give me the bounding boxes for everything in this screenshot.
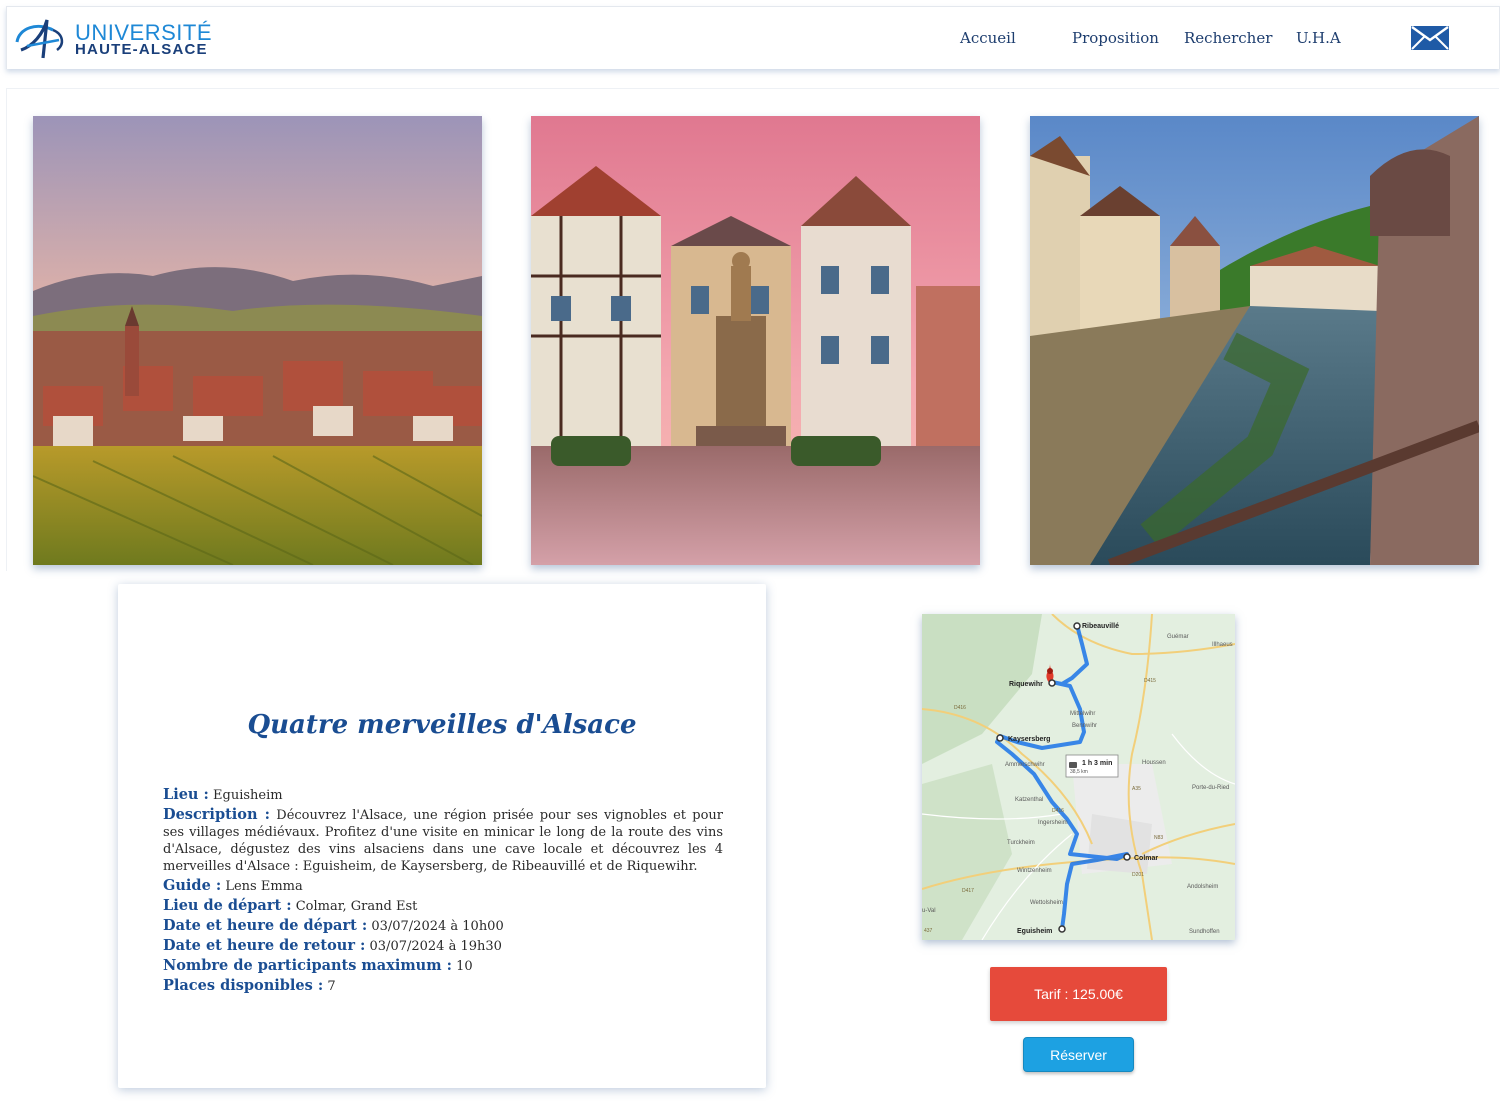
road-label-n83: N83 [1154,835,1163,841]
places-label: Places disponibles : [163,977,324,994]
depart-date-label: Date et heure de départ : [163,917,368,934]
road-label-d416: D416 [954,705,966,711]
map-label-colmar: Colmar [1134,855,1158,862]
detail-depart-lieu: Lieu de départ : Colmar, Grand Est [163,897,723,915]
detail-places-disponibles: Places disponibles : 7 [163,977,723,995]
map-label-wettolsheim: Wettolsheim [1030,900,1063,906]
route-duration: 1 h 3 min [1082,760,1112,767]
nav-proposition[interactable]: Proposition [1072,29,1159,47]
map-label-illhaeusern: Illhaeus [1212,642,1233,648]
photo-village-square [531,116,980,565]
detail-max-participants: Nombre de participants maximum : 10 [163,957,723,975]
road-label-d437: 437 [924,928,933,934]
road-label-a35: A35 [1132,786,1141,792]
road-label-d417: D417 [962,888,974,894]
envelope-icon[interactable] [1411,26,1449,50]
map-label-turckheim: Turckheim [1007,840,1035,846]
tour-info-card: Quatre merveilles d'Alsace Lieu : Eguish… [118,584,766,1088]
photo-river-village [1030,116,1479,565]
map-label-ingersheim: Ingersheim [1038,820,1068,826]
map-label-portedurhin: Porte-du-Ried [1192,785,1229,791]
guide-label: Guide : [163,877,222,894]
depart-lieu-label: Lieu de départ : [163,897,292,914]
road-label-d201: D201 [1132,872,1144,878]
logo-mark-icon [15,19,64,59]
retour-date-label: Date et heure de retour : [163,937,366,954]
depart-date-value: 03/07/2024 à 10h00 [371,919,504,934]
lieu-value: Eguisheim [213,788,283,803]
map-label-kaysersberg: Kaysersberg [1008,736,1050,743]
depart-lieu-value: Colmar, Grand Est [295,899,418,914]
map-label-guemar: Guémar [1167,634,1189,640]
site-header: UNIVERSITÉ HAUTE-ALSACE Accueil Proposit… [6,6,1500,69]
nav-uha[interactable]: U.H.A [1296,29,1341,47]
places-value: 7 [327,979,336,994]
logo-text-haute-alsace: HAUTE-ALSACE [75,41,208,58]
lieu-label: Lieu : [163,786,209,803]
price-badge: Tarif : 125.00€ [990,967,1167,1021]
reserve-button[interactable]: Réserver [1023,1037,1134,1072]
tour-details: Lieu : Eguisheim Description : Découvrez… [163,786,723,997]
university-logo[interactable]: UNIVERSITÉ HAUTE-ALSACE [13,16,223,62]
max-participants-label: Nombre de participants maximum : [163,957,452,974]
retour-date-value: 03/07/2024 à 19h30 [369,939,502,954]
map-label-sundhoffen: Sundhoffen [1189,929,1220,935]
map-label-katzenthal: Katzenthal [1015,797,1043,803]
road-label-d415: D415 [1144,678,1156,684]
detail-retour-date: Date et heure de retour : 03/07/2024 à 1… [163,937,723,955]
detail-description: Description : Découvrez l'Alsace, une ré… [163,806,723,875]
map-label-bennwihr: Bennwihr [1072,723,1097,729]
detail-lieu: Lieu : Eguisheim [163,786,723,804]
route-map[interactable]: Guémar Illhaeus Mittelwihr Bennwihr Amme… [922,614,1235,940]
map-label-ribeauville: Ribeauvillé [1082,623,1119,630]
road-label-d416b: D416 [1052,808,1064,814]
map-label-riquewihr: Riquewihr [1009,681,1043,688]
map-label-suval: u-Val [922,908,936,914]
map-label-mittelwihr: Mittelwihr [1070,711,1095,717]
nav-accueil[interactable]: Accueil [960,29,1016,47]
photo-vineyard-village [33,116,482,565]
max-participants-value: 10 [456,959,473,974]
map-label-houssen: Houssen [1142,760,1166,766]
map-label-ammerschwihr: Ammerschwihr [1005,762,1045,768]
map-label-eguisheim: Eguisheim [1017,928,1052,935]
map-label-andolsheim: Andolsheim [1187,884,1218,890]
route-duration-box: 1 h 3 min 38,5 km [1065,754,1119,778]
guide-value: Lens Emma [225,879,303,894]
route-distance: 38,5 km [1070,769,1088,775]
detail-guide: Guide : Lens Emma [163,877,723,895]
detail-depart-date: Date et heure de départ : 03/07/2024 à 1… [163,917,723,935]
tour-title: Quatre merveilles d'Alsace [247,710,637,740]
description-label: Description : [163,806,271,823]
nav-rechercher[interactable]: Rechercher [1184,29,1272,47]
map-label-wintzenheim: Wintzenheim [1017,868,1052,874]
